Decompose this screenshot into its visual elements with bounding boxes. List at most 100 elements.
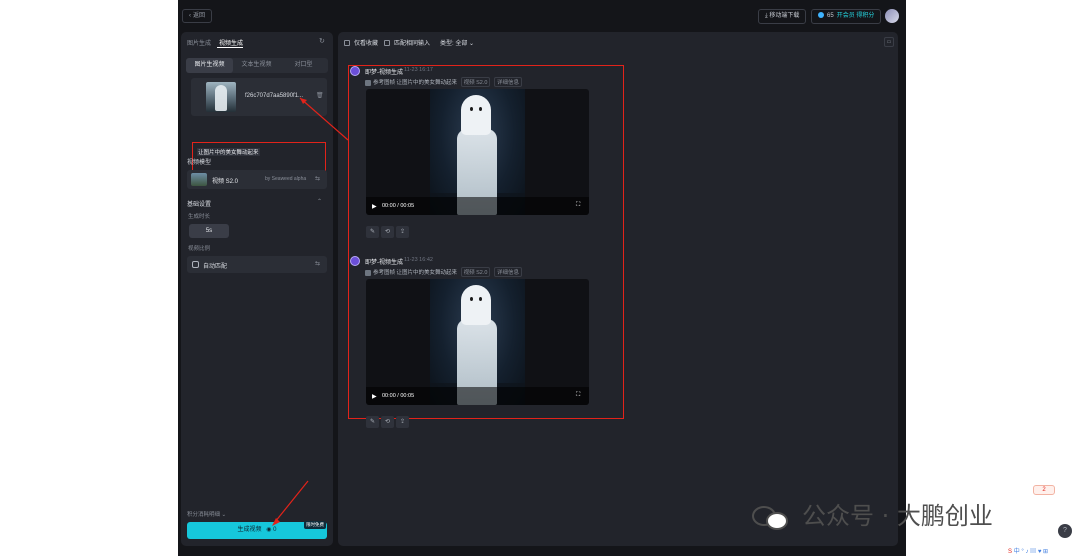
video-controls: ▶ 00:00 / 00:05 ⛶ (366, 387, 589, 405)
ime-keyboard-icon: ▤ (1030, 549, 1037, 555)
figure-eye (479, 297, 482, 301)
detail-chip[interactable]: 详细信息 (493, 77, 522, 87)
folder-icon[interactable]: ▭ (884, 37, 894, 47)
entry-avatar (350, 256, 360, 266)
credit-detail-link[interactable]: 积分消耗明细 ⌄ (187, 510, 226, 518)
member-link[interactable]: 开会员 得积分 (837, 13, 875, 19)
generate-label: 生成视频 (237, 527, 262, 533)
fullscreen-icon[interactable]: ⛶ (576, 392, 580, 399)
user-avatar[interactable] (885, 9, 899, 23)
reference-image-icon (365, 79, 371, 86)
ratio-selector[interactable]: 自动匹配 ⇆ (187, 256, 327, 273)
left-panel: 图片生成 视频生成 ↻ 图片生视频 文本生视频 对口型 f26c707d7aa5… (181, 32, 333, 546)
video-duration: 00:05 (400, 203, 415, 209)
refresh-icon[interactable]: ↻ (319, 37, 327, 45)
ime-grid-icon: ⊞ (1043, 549, 1049, 555)
results-panel: 仅看收藏 匹配相同输入 类型: 全部 ⌄ ▭ 即梦-视频生成 11-23 16:… (338, 32, 898, 546)
video-player[interactable]: ▶ 00:00 / 00:05 ⛶ (366, 279, 589, 405)
regenerate-icon[interactable]: ⟲ (381, 416, 394, 428)
subtab-text-to-video[interactable]: 文本生视频 (233, 58, 280, 73)
entry-title: 即梦-视频生成 (365, 70, 403, 76)
credit-count: 65 (827, 13, 834, 19)
favorites-filter[interactable]: 仅看收藏 (344, 38, 378, 47)
matching-filter[interactable]: 匹配相同输入 (384, 38, 430, 47)
figure-eye (479, 107, 482, 111)
video-figure-head (461, 285, 491, 325)
reference-image-icon (365, 269, 371, 276)
subtab-image-to-video[interactable]: 图片生视频 (186, 58, 233, 73)
ime-mic-icon: ♪ (1025, 549, 1029, 555)
current-time: 00:00 (382, 203, 396, 209)
type-label: 类型: 全部 (440, 41, 468, 47)
ime-clothes-icon: ♥ (1037, 549, 1042, 555)
ime-lang-icon: 中 (1013, 549, 1020, 555)
help-icon[interactable]: ? (1058, 524, 1072, 538)
subtab-bar: 图片生视频 文本生视频 对口型 (186, 58, 328, 73)
reference-label: 参考图帧 (373, 80, 396, 86)
detail-chip[interactable]: 详细信息 (493, 267, 522, 277)
aspect-ratio-icon (192, 261, 199, 268)
video-duration: 00:05 (400, 393, 415, 399)
checkbox (344, 40, 350, 47)
share-icon[interactable]: ⇪ (396, 416, 409, 428)
swap-icon[interactable]: ⇆ (315, 175, 320, 182)
chevron-down-icon: ⌄ (469, 41, 475, 47)
entry-prompt: 让图片中的美女舞动起来 (396, 80, 458, 86)
share-icon[interactable]: ⇪ (396, 226, 409, 238)
active-tab-underline (217, 47, 243, 48)
play-icon[interactable]: ▶ (372, 203, 377, 210)
entry-reference-row: 参考图帧 让图片中的美女舞动起来 视频 S2.0 详细信息 (365, 267, 522, 277)
play-icon[interactable]: ▶ (372, 393, 377, 400)
regenerate-icon[interactable]: ⟲ (381, 226, 394, 238)
download-label: 移动端下载 (769, 13, 800, 19)
credits-pill[interactable]: 65 开会员 得积分 (811, 9, 882, 24)
video-time: 00:00 / 00:05 (382, 393, 415, 399)
entry-avatar (350, 66, 360, 76)
duration-label: 生成时长 (188, 214, 211, 220)
current-time: 00:00 (382, 393, 396, 399)
checkbox (384, 40, 390, 47)
video-figure-head (461, 95, 491, 135)
trash-icon[interactable]: 🗑 (316, 92, 324, 99)
credit-detail-label: 积分消耗明细 (187, 512, 221, 518)
tab-image-generation[interactable]: 图片生成 (187, 38, 211, 47)
wechat-watermark: 公众号 · 大鹏创业 (752, 496, 993, 531)
uploaded-file-name: f26c707d7aa5890f1... (245, 93, 304, 99)
figure-eye (470, 297, 473, 301)
chevron-up-icon[interactable]: ⌃ (317, 198, 322, 205)
ratio-value: 自动匹配 (203, 264, 228, 270)
model-thumbnail (191, 173, 207, 186)
back-button[interactable]: ‹ 返回 (182, 9, 213, 23)
video-player[interactable]: ▶ 00:00 / 00:05 ⛶ (366, 89, 589, 215)
entry-title: 即梦-视频生成 (365, 260, 403, 266)
app-window: ‹ 返回 ⤓ 移动端下载 65 开会员 得积分 图片生成 视频生成 ↻ 图片生视频 … (178, 0, 906, 556)
tab-video-generation[interactable]: 视频生成 (219, 38, 243, 47)
reference-label: 参考图帧 (373, 270, 396, 276)
watermark-text: 公众号 · 大鹏创业 (802, 502, 993, 530)
free-badge: 限时免费 (304, 521, 326, 529)
credit-coin-icon (818, 12, 824, 19)
edit-icon[interactable]: ✎ (366, 226, 379, 238)
mobile-download-button[interactable]: ⤓ 移动端下载 (758, 9, 807, 24)
ime-toolbar[interactable]: S 中 ° ♪ ▤ ♥ ⊞ (1008, 546, 1078, 556)
figure-eye (470, 107, 473, 111)
cost-indicator: ◉ 0 (266, 527, 277, 533)
favorites-label: 仅看收藏 (354, 41, 379, 47)
video-controls: ▶ 00:00 / 00:05 ⛶ (366, 197, 589, 215)
generate-video-button[interactable]: 生成视频 ◉ 0 限时免费 (187, 521, 327, 539)
fullscreen-icon[interactable]: ⛶ (576, 202, 580, 209)
duration-option[interactable]: 5s (189, 224, 229, 238)
edit-icon[interactable]: ✎ (366, 416, 379, 428)
uploaded-image-card[interactable]: f26c707d7aa5890f1... 🗑 (191, 78, 327, 116)
ime-logo-icon: S (1008, 549, 1013, 555)
top-bar: ‹ 返回 ⤓ 移动端下载 65 开会员 得积分 (178, 0, 906, 32)
model-selector[interactable]: 视频 S2.0 by Seaweed alpha ⇆ (187, 170, 327, 189)
settings-section-label: 基础设置 (187, 202, 212, 208)
type-filter[interactable]: 类型: 全部 ⌄ (440, 38, 474, 47)
chevron-down-icon: ⌄ (221, 512, 227, 518)
subtab-lip-sync[interactable]: 对口型 (280, 58, 327, 73)
swap-icon[interactable]: ⇆ (315, 260, 320, 267)
ime-punct-icon: ° (1021, 549, 1024, 555)
generate-cost: 0 (273, 527, 277, 533)
model-section-label: 视频模型 (187, 160, 212, 166)
